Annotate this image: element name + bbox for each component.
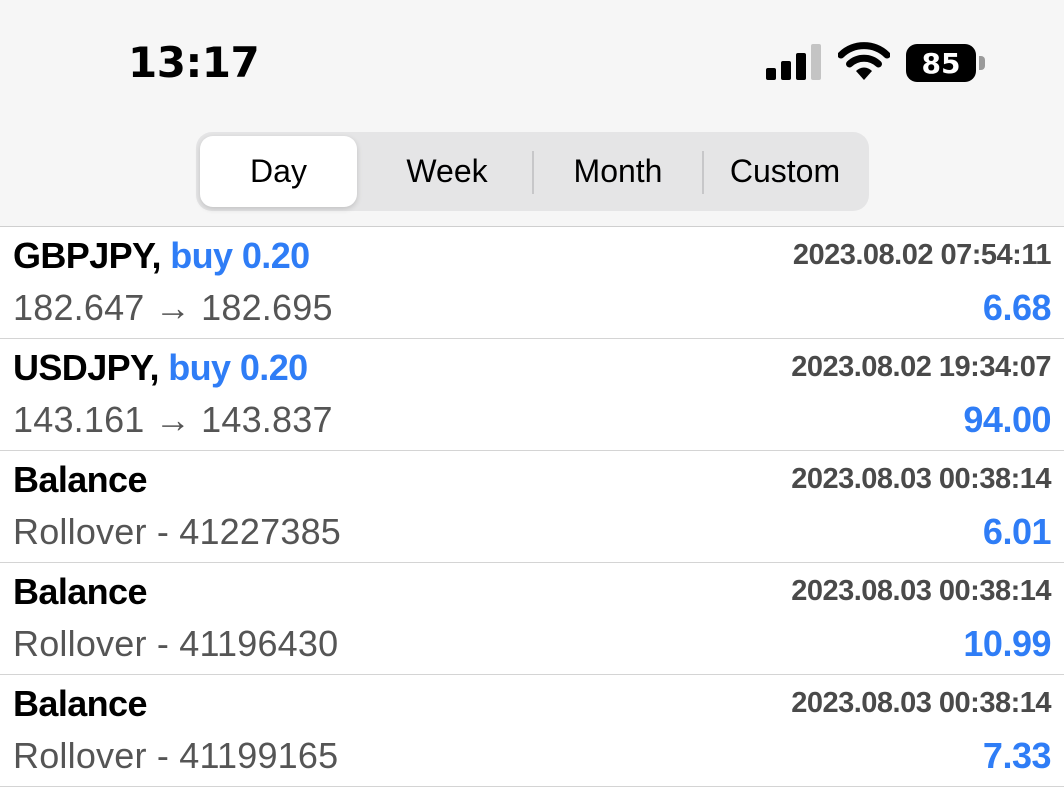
deal-symbol: Balance bbox=[13, 571, 147, 612]
deal-profit: 6.01 bbox=[982, 511, 1052, 552]
deal-symbol: Balance bbox=[13, 683, 147, 724]
status-time: 13:17 bbox=[128, 38, 260, 87]
deal-title: GBPJPY, buy 0.20 bbox=[13, 235, 310, 277]
cellular-signal-icon bbox=[766, 44, 821, 80]
segment-week[interactable]: Week bbox=[362, 136, 532, 207]
deal-time: 2023.08.03 00:38:14 bbox=[791, 687, 1051, 719]
deal-row[interactable]: GBPJPY, buy 0.20 2023.08.02 07:54:11 182… bbox=[0, 227, 1064, 339]
deal-time: 2023.08.02 19:34:07 bbox=[791, 351, 1051, 383]
deal-time: 2023.08.02 07:54:11 bbox=[792, 239, 1052, 271]
period-segmented-control: Day Week Month Custom bbox=[196, 132, 869, 211]
segment-day[interactable]: Day bbox=[200, 136, 357, 207]
battery-body: 85 bbox=[906, 44, 976, 82]
deal-symbol: Balance bbox=[13, 459, 147, 500]
deal-row[interactable]: Balance 2023.08.03 00:38:14 Rollover - 4… bbox=[0, 451, 1064, 563]
wifi-icon bbox=[838, 42, 890, 80]
deal-side: buy 0.20 bbox=[170, 235, 310, 276]
deal-time: 2023.08.03 00:38:14 bbox=[791, 575, 1051, 607]
header-area: 13:17 85 Day Week Month Custom bbox=[0, 0, 1064, 227]
deal-profit: 94.00 bbox=[963, 399, 1051, 440]
deal-title: USDJPY, buy 0.20 bbox=[13, 347, 308, 389]
deal-row[interactable]: Balance 2023.08.03 00:38:14 Rollover - 4… bbox=[0, 563, 1064, 675]
deal-comment: Rollover - 41227385 bbox=[13, 511, 342, 552]
deal-symbol: GBPJPY, bbox=[13, 235, 161, 276]
deal-title: Balance bbox=[13, 571, 147, 613]
deal-profit: 10.99 bbox=[963, 623, 1051, 664]
battery-tip bbox=[979, 56, 985, 70]
deal-profit: 7.33 bbox=[982, 735, 1052, 776]
segment-month[interactable]: Month bbox=[534, 136, 702, 207]
deal-prices: 143.161 → 143.837 bbox=[13, 399, 333, 440]
deal-title: Balance bbox=[13, 459, 147, 501]
deal-time: 2023.08.03 00:38:14 bbox=[791, 463, 1051, 495]
deal-prices: 182.647 → 182.695 bbox=[13, 287, 333, 328]
battery-icon: 85 bbox=[906, 44, 986, 82]
deal-title: Balance bbox=[13, 683, 147, 725]
deal-profit: 6.68 bbox=[982, 287, 1052, 328]
battery-level: 85 bbox=[921, 46, 961, 80]
deal-side: buy 0.20 bbox=[168, 347, 308, 388]
deal-comment: Rollover - 41196430 bbox=[13, 623, 339, 664]
deal-comment: Rollover - 41199165 bbox=[13, 735, 339, 776]
deal-row[interactable]: USDJPY, buy 0.20 2023.08.02 19:34:07 143… bbox=[0, 339, 1064, 451]
segment-custom[interactable]: Custom bbox=[704, 136, 866, 207]
deal-symbol: USDJPY, bbox=[13, 347, 159, 388]
deal-row[interactable]: Balance 2023.08.03 00:38:14 Rollover - 4… bbox=[0, 675, 1064, 787]
